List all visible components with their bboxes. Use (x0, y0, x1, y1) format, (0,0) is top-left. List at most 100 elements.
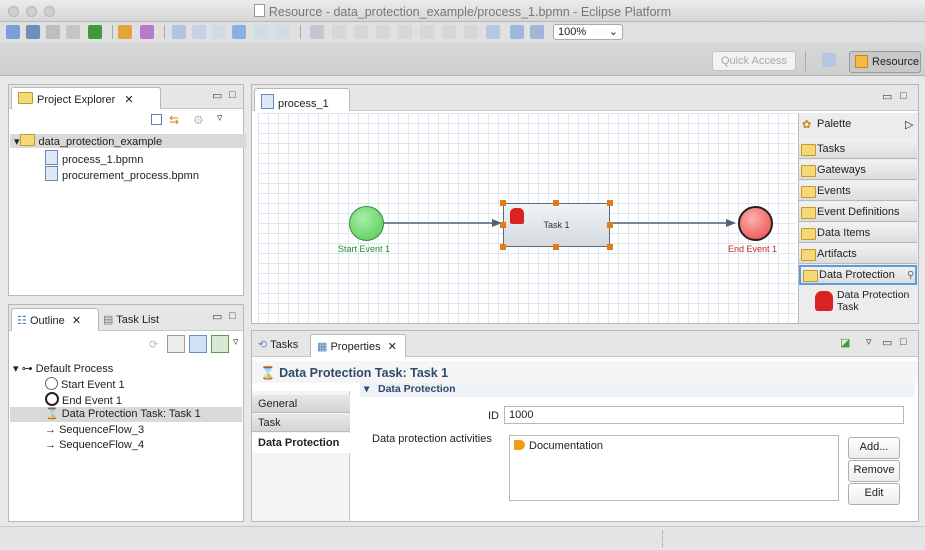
minimize-icon[interactable]: ▭ (212, 310, 222, 323)
tree-item-project[interactable]: ▾ data_protection_example (10, 134, 246, 148)
tab-outline[interactable]: ☷ Outline ✕ (11, 308, 99, 331)
palette-group-event-definitions[interactable]: Event Definitions (799, 202, 917, 222)
outline-item[interactable]: → SequenceFlow_4 (45, 439, 144, 451)
view-menu-icon[interactable]: ▿ (217, 111, 223, 124)
end-event-icon (45, 392, 59, 406)
selection-handle[interactable] (553, 200, 559, 206)
view-menu-icon[interactable]: ▿ (233, 335, 239, 348)
outline-item[interactable]: → SequenceFlow_3 (45, 424, 144, 436)
diagram-canvas[interactable]: Start Event 1 Task 1 End Event 1 (258, 113, 796, 323)
back-icon[interactable] (212, 25, 226, 39)
palette-group-gateways[interactable]: Gateways (799, 160, 917, 180)
tab-tasks[interactable]: ⟲ Tasks (258, 338, 298, 351)
maximize-icon[interactable]: □ (229, 310, 236, 322)
selection-handle[interactable] (607, 200, 613, 206)
side-tab-data-protection[interactable]: Data Protection (252, 433, 351, 453)
zoom-in-icon[interactable] (530, 25, 544, 39)
snap-icon[interactable] (420, 25, 434, 39)
outline-item-selected[interactable]: ⌛ Data Protection Task: Task 1 (10, 407, 242, 422)
selection-handle[interactable] (500, 222, 506, 228)
outline-item[interactable]: Start Event 1 (45, 377, 125, 391)
match-height-icon[interactable] (398, 25, 412, 39)
selection-handle[interactable] (607, 222, 613, 228)
link-editor-icon[interactable]: ⇆ (169, 113, 179, 127)
minimize-icon[interactable]: ▭ (212, 89, 222, 102)
view-menu-icon[interactable]: ▿ (866, 335, 872, 348)
run-icon[interactable] (88, 25, 102, 39)
hourglass-icon: ⌛ (45, 408, 59, 420)
minimize-icon[interactable]: ▭ (882, 90, 892, 103)
section-header[interactable]: ▾ Data Protection (360, 383, 914, 397)
bpmn-icon[interactable] (486, 25, 500, 39)
side-tab-general[interactable]: General (252, 395, 350, 413)
forward-icon[interactable] (232, 25, 246, 39)
outline-item-process[interactable]: ▾ ⊶ Default Process (13, 362, 113, 375)
maximize-icon[interactable]: □ (900, 336, 907, 348)
remove-button[interactable]: Remove (848, 460, 900, 482)
close-icon[interactable]: ✕ (72, 315, 81, 327)
start-event-shape[interactable] (349, 206, 384, 241)
add-button[interactable]: Add... (848, 437, 900, 459)
close-icon[interactable]: ✕ (388, 341, 397, 353)
palette-group-tasks[interactable]: Tasks (799, 139, 917, 159)
tab-properties[interactable]: ▦ Properties ✕ (310, 334, 406, 357)
quick-access-input[interactable]: Quick Access (712, 51, 796, 71)
sync-icon[interactable]: ⟳ (149, 338, 158, 351)
selection-handle[interactable] (500, 244, 506, 250)
collapse-all-icon[interactable] (151, 114, 162, 125)
task-shape[interactable]: Task 1 (503, 203, 610, 247)
pin-view-icon[interactable]: ◪ (840, 336, 850, 349)
side-tab-task[interactable]: Task (252, 414, 350, 432)
search-icon[interactable] (140, 25, 154, 39)
palette-tool-data-protection-task[interactable]: Data Protection Task (837, 289, 917, 313)
minimize-icon[interactable]: ▭ (882, 336, 892, 349)
id-input[interactable]: 1000 (504, 406, 904, 424)
activities-list[interactable]: Documentation (509, 435, 839, 501)
tree-item-file[interactable]: procurement_process.bpmn (45, 166, 199, 182)
align-icon[interactable] (310, 25, 324, 39)
tab-project-explorer[interactable]: Project Explorer ✕ (11, 87, 161, 109)
new-icon[interactable] (6, 25, 20, 39)
filter-icon[interactable]: ⚙ (193, 113, 204, 127)
zoom-select[interactable]: 100% ⌄ (553, 24, 623, 40)
palette-group-data-items[interactable]: Data Items (799, 223, 917, 243)
open-perspective-icon[interactable] (822, 53, 836, 67)
open-type-icon[interactable] (118, 25, 132, 39)
next-annotation-icon[interactable] (172, 25, 186, 39)
new-wizard-icon[interactable] (26, 25, 40, 39)
selection-handle[interactable] (607, 244, 613, 250)
save-icon[interactable] (46, 25, 60, 39)
save-all-icon[interactable] (66, 25, 80, 39)
pin-icon[interactable]: ⚲ (907, 267, 914, 284)
collapse-palette-icon[interactable]: ▷ (905, 118, 913, 131)
redo-icon[interactable] (276, 25, 290, 39)
maximize-icon[interactable]: □ (229, 89, 236, 101)
distribute-icon[interactable] (332, 25, 346, 39)
outline-item[interactable]: End Event 1 (45, 392, 122, 407)
tree-item-file[interactable]: process_1.bpmn (45, 150, 143, 166)
resource-perspective-button[interactable]: Resource (849, 51, 921, 73)
undo-icon[interactable] (254, 25, 268, 39)
tab-process-1[interactable]: process_1 ✕ (254, 88, 350, 123)
diagram-view-icon[interactable] (189, 335, 207, 353)
ruler-icon[interactable] (464, 25, 478, 39)
match-width-icon[interactable] (376, 25, 390, 39)
selection-handle[interactable] (553, 244, 559, 250)
edit-button[interactable]: Edit (848, 483, 900, 505)
end-event-shape[interactable] (738, 206, 773, 241)
activity-item[interactable]: Documentation (514, 440, 603, 452)
close-icon[interactable]: ✕ (124, 94, 133, 106)
palette-group-data-protection[interactable]: Data Protection ⚲ (799, 265, 917, 285)
prev-annotation-icon[interactable] (192, 25, 206, 39)
grid-icon[interactable] (442, 25, 456, 39)
layout-icon[interactable] (354, 25, 368, 39)
tab-task-list[interactable]: ▤ Task List (103, 313, 159, 326)
model-view-icon[interactable] (211, 335, 229, 353)
selection-handle[interactable] (500, 200, 506, 206)
palette-group-events[interactable]: Events (799, 181, 917, 201)
palette-group-artifacts[interactable]: Artifacts (799, 244, 917, 264)
palette-header[interactable]: ✿ Palette ▷ (799, 113, 918, 135)
maximize-icon[interactable]: □ (900, 90, 907, 102)
tree-view-icon[interactable] (167, 335, 185, 353)
zoom-out-icon[interactable] (510, 25, 524, 39)
